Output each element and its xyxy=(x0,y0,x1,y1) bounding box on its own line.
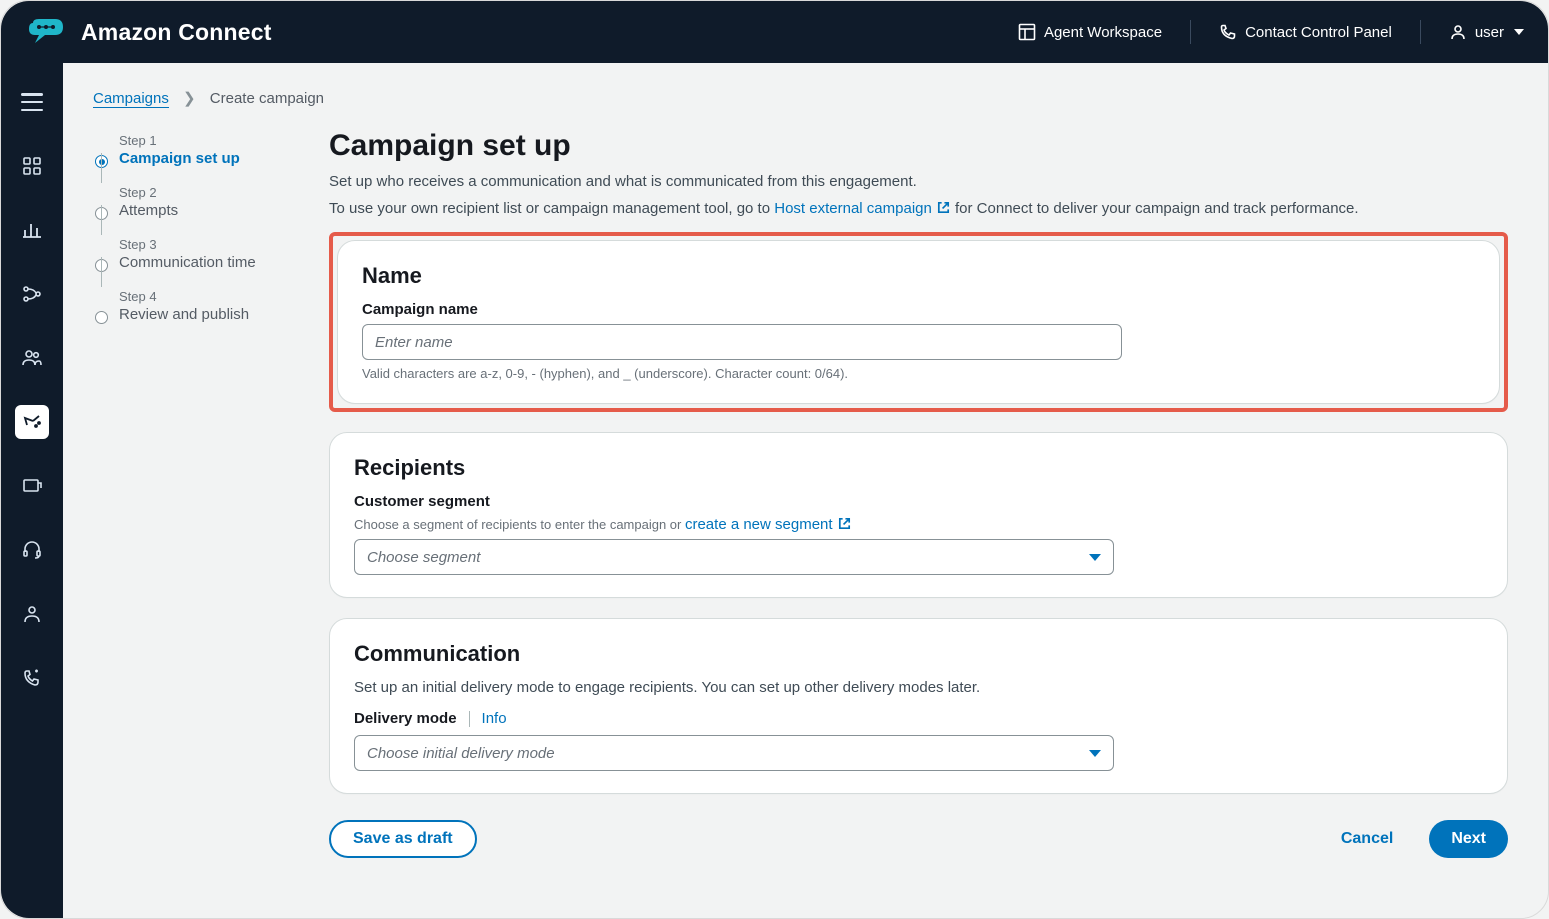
chevron-down-icon xyxy=(1089,750,1101,757)
breadcrumb-root-link[interactable]: Campaigns xyxy=(93,90,169,108)
breadcrumb-separator-icon: ❯ xyxy=(183,90,196,107)
recipients-card: Recipients Customer segment Choose a seg… xyxy=(329,432,1508,598)
nav-dashboard[interactable] xyxy=(15,149,49,183)
host-external-label: Host external campaign xyxy=(774,200,932,217)
breadcrumb-current: Create campaign xyxy=(210,90,324,107)
step-number: Step 3 xyxy=(119,237,303,252)
step-label: Communication time xyxy=(119,254,303,271)
nav-apps[interactable] xyxy=(15,469,49,503)
wizard-step-4[interactable]: Step 4 Review and publish xyxy=(93,289,303,323)
nav-campaigns[interactable] xyxy=(15,405,49,439)
nav-routing[interactable] xyxy=(15,277,49,311)
breadcrumb: Campaigns ❯ Create campaign xyxy=(93,89,1508,107)
brand-region[interactable]: Amazon Connect xyxy=(25,13,272,51)
delivery-mode-info-link[interactable]: Info xyxy=(482,710,507,727)
wizard-step-3[interactable]: Step 3 Communication time xyxy=(93,237,303,271)
save-draft-button[interactable]: Save as draft xyxy=(329,820,477,858)
customer-segment-sub: Choose a segment of recipients to enter … xyxy=(354,516,1483,533)
external-link-icon xyxy=(837,516,852,533)
phone-icon xyxy=(1219,23,1237,41)
delivery-mode-select[interactable]: Choose initial delivery mode xyxy=(354,735,1114,771)
delivery-mode-label: Delivery mode xyxy=(354,710,457,727)
workspace-icon xyxy=(1018,23,1036,41)
header-separator xyxy=(1420,20,1421,44)
form-column: Campaign set up Set up who receives a co… xyxy=(329,129,1508,858)
wizard-step-2[interactable]: Step 2 Attempts xyxy=(93,185,303,219)
apps-icon xyxy=(22,476,42,496)
step-label: Attempts xyxy=(119,202,303,219)
nav-analytics[interactable] xyxy=(15,213,49,247)
person-icon xyxy=(22,604,42,624)
highlight-rectangle: Name Campaign name Valid characters are … xyxy=(329,232,1508,412)
campaign-name-hint: Valid characters are a-z, 0-9, - (hyphen… xyxy=(362,366,1475,381)
chart-icon xyxy=(22,220,42,240)
desc2-pre: To use your own recipient list or campai… xyxy=(329,200,774,217)
step-label: Review and publish xyxy=(119,306,303,323)
left-nav-rail xyxy=(1,63,63,918)
headset-icon xyxy=(22,540,42,560)
create-segment-label: create a new segment xyxy=(685,516,833,533)
header-separator xyxy=(1190,20,1191,44)
users-icon xyxy=(21,348,43,368)
step-label: Campaign set up xyxy=(119,150,303,167)
communication-sub: Set up an initial delivery mode to engag… xyxy=(354,679,1483,696)
next-button[interactable]: Next xyxy=(1429,820,1508,858)
step-number: Step 2 xyxy=(119,185,303,200)
label-separator xyxy=(469,711,470,727)
nav-hamburger[interactable] xyxy=(15,85,49,119)
communication-heading: Communication xyxy=(354,641,1483,667)
top-header: Amazon Connect Agent Workspace Contact C… xyxy=(1,1,1548,63)
agent-workspace-label: Agent Workspace xyxy=(1044,24,1162,41)
footer-actions: Save as draft Cancel Next xyxy=(329,820,1508,858)
segment-select-placeholder: Choose segment xyxy=(367,549,480,566)
cancel-button[interactable]: Cancel xyxy=(1319,820,1415,858)
caret-down-icon xyxy=(1514,29,1524,35)
name-heading: Name xyxy=(362,263,1475,289)
desc2-post: for Connect to deliver your campaign and… xyxy=(951,200,1359,217)
brand-title: Amazon Connect xyxy=(81,19,272,46)
phone-settings-icon xyxy=(22,668,42,688)
name-card: Name Campaign name Valid characters are … xyxy=(337,240,1500,404)
header-links: Agent Workspace Contact Control Panel us… xyxy=(1018,20,1524,44)
user-menu[interactable]: user xyxy=(1449,23,1524,41)
page-description-1: Set up who receives a communication and … xyxy=(329,171,1508,194)
campaign-name-input[interactable] xyxy=(362,324,1122,360)
ccp-label: Contact Control Panel xyxy=(1245,24,1392,41)
wizard-step-1[interactable]: Step 1 Campaign set up xyxy=(93,133,303,167)
ccp-link[interactable]: Contact Control Panel xyxy=(1219,23,1392,41)
segment-sub-pre: Choose a segment of recipients to enter … xyxy=(354,517,685,532)
chevron-down-icon xyxy=(1089,554,1101,561)
user-label: user xyxy=(1475,24,1504,41)
create-segment-link[interactable]: create a new segment xyxy=(685,516,852,533)
hamburger-icon xyxy=(21,93,43,111)
main-content: Campaigns ❯ Create campaign Step 1 Campa… xyxy=(63,63,1548,918)
agent-workspace-link[interactable]: Agent Workspace xyxy=(1018,23,1162,41)
host-external-link[interactable]: Host external campaign xyxy=(774,200,951,217)
external-link-icon xyxy=(936,200,951,217)
step-number: Step 1 xyxy=(119,133,303,148)
communication-card: Communication Set up an initial delivery… xyxy=(329,618,1508,794)
delivery-mode-placeholder: Choose initial delivery mode xyxy=(367,745,555,762)
customer-segment-select[interactable]: Choose segment xyxy=(354,539,1114,575)
customer-segment-label: Customer segment xyxy=(354,493,1483,510)
routing-icon xyxy=(22,284,42,304)
nav-users[interactable] xyxy=(15,341,49,375)
dashboard-icon xyxy=(22,156,42,176)
user-icon xyxy=(1449,23,1467,41)
nav-headset[interactable] xyxy=(15,533,49,567)
nav-profile[interactable] xyxy=(15,597,49,631)
recipients-heading: Recipients xyxy=(354,455,1483,481)
amazon-connect-logo-icon xyxy=(25,13,67,51)
page-description-2: To use your own recipient list or campai… xyxy=(329,198,1508,221)
campaign-icon xyxy=(22,412,42,432)
campaign-name-label: Campaign name xyxy=(362,301,1475,318)
page-title: Campaign set up xyxy=(329,129,1508,163)
step-number: Step 4 xyxy=(119,289,303,304)
nav-phone[interactable] xyxy=(15,661,49,695)
step-dot-icon xyxy=(95,311,108,324)
wizard-steps: Step 1 Campaign set up Step 2 Attempts S… xyxy=(93,129,303,858)
